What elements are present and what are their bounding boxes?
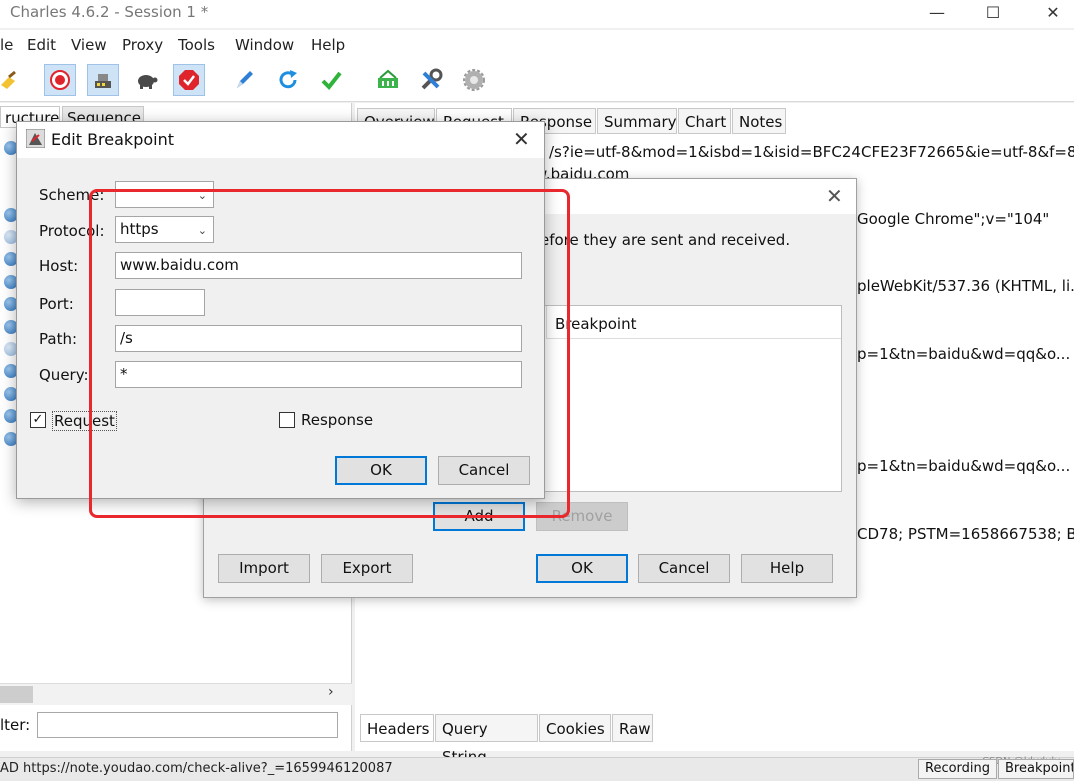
record-icon[interactable]	[44, 64, 76, 96]
request-checkbox[interactable]: ✓	[30, 412, 46, 428]
filter-label: lter:	[0, 716, 31, 734]
scrollbar-thumb[interactable]	[0, 686, 33, 703]
close-icon[interactable]: ✕	[826, 184, 843, 208]
query-label: Query:	[39, 366, 89, 384]
tab-chart[interactable]: Chart	[678, 108, 731, 134]
menu-window[interactable]: Window	[235, 36, 294, 54]
menu-tools[interactable]: Tools	[178, 36, 215, 54]
pen-icon[interactable]	[228, 64, 260, 96]
breakpoint-icon[interactable]	[173, 64, 205, 96]
export-button[interactable]: Export	[321, 554, 413, 583]
tools-icon[interactable]	[415, 64, 447, 96]
horizontal-scrollbar[interactable]	[0, 683, 352, 705]
menu-help[interactable]: Help	[311, 36, 345, 54]
request-line: pleWebKit/537.36 (KHTML, li...	[857, 277, 1074, 295]
close-button[interactable]: ✕	[1030, 0, 1074, 28]
tab-cookies[interactable]: Cookies	[539, 714, 611, 742]
settings-icon[interactable]	[458, 64, 490, 96]
request-line: p=1&tn=baidu&wd=qq&o...	[857, 345, 1071, 363]
menu-proxy[interactable]: Proxy	[122, 36, 163, 54]
tab-headers[interactable]: Headers	[360, 714, 434, 742]
cancel-button[interactable]: Cancel	[638, 554, 730, 583]
tab-summary[interactable]: Summary	[597, 108, 677, 134]
close-icon[interactable]: ✕	[513, 127, 530, 151]
tab-raw[interactable]: Raw	[612, 714, 653, 742]
menu-view[interactable]: View	[71, 36, 107, 54]
annotation-highlight	[89, 189, 570, 518]
ok-button[interactable]: OK	[536, 554, 628, 583]
breakpoints-status-button[interactable]: Breakpoints	[998, 759, 1074, 779]
basket-icon[interactable]	[372, 64, 404, 96]
path-label: Path:	[39, 330, 78, 348]
menu-edit[interactable]: Edit	[27, 36, 56, 54]
help-button[interactable]: Help	[741, 554, 833, 583]
charles-logo-icon	[25, 128, 46, 149]
request-line: /s?ie=utf-8&mod=1&isbd=1&isid=BFC24CFE23…	[549, 143, 1074, 161]
host-label: Host:	[39, 257, 79, 275]
turtle-icon[interactable]	[130, 64, 162, 96]
breakpoint-description: efore they are sent and received.	[540, 231, 791, 249]
refresh-icon[interactable]	[272, 64, 304, 96]
filter-input[interactable]	[37, 712, 338, 738]
request-line: p=1&tn=baidu&wd=qq&o...	[857, 457, 1071, 475]
request-line: CD78; PSTM=1658667538; B...	[857, 525, 1074, 543]
minimize-button[interactable]: —	[914, 0, 960, 28]
throttle-icon[interactable]	[87, 64, 119, 96]
scroll-right-icon[interactable]: ›	[328, 684, 334, 700]
tab-query-string[interactable]: Query String	[435, 714, 538, 766]
request-line: Google Chrome";v="104"	[857, 210, 1050, 228]
recording-status-button[interactable]: Recording	[918, 759, 998, 779]
import-button[interactable]: Import	[218, 554, 310, 583]
tab-notes[interactable]: Notes	[732, 108, 786, 134]
maximize-button[interactable]: ☐	[970, 0, 1016, 28]
broom-icon[interactable]	[0, 64, 24, 96]
port-label: Port:	[39, 295, 74, 313]
check-icon[interactable]	[315, 64, 347, 96]
window-title: Charles 4.6.2 - Session 1 *	[10, 3, 209, 21]
menu-file[interactable]: le	[0, 36, 13, 54]
dialog-title: Edit Breakpoint	[51, 130, 174, 149]
status-text: AD https://note.youdao.com/check-alive?_…	[0, 761, 393, 776]
